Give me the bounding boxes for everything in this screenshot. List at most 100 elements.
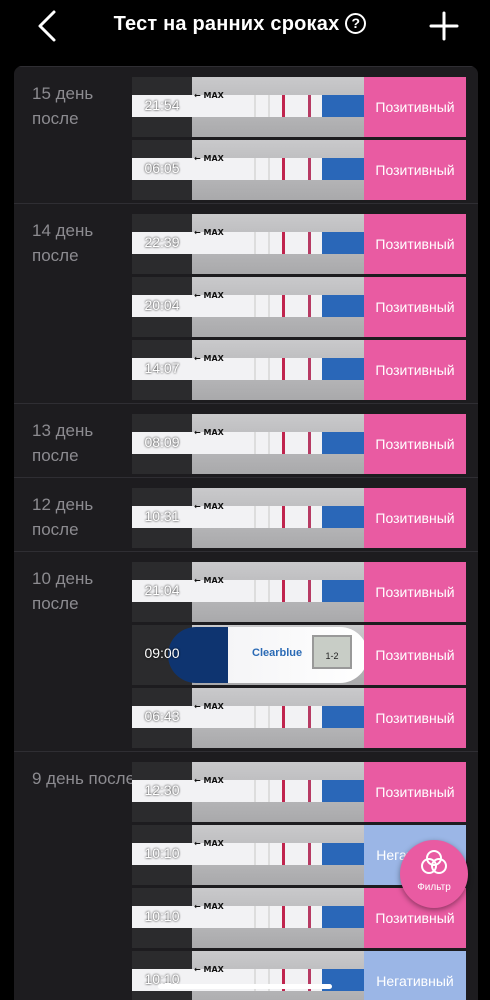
strip-window-edge — [268, 906, 270, 928]
control-line — [308, 906, 311, 928]
strip-window-edge — [254, 843, 256, 865]
day-label: 14 день после — [32, 221, 94, 265]
test-entry[interactable]: ← MAX 12:30 Позитивный — [132, 762, 466, 822]
test-line — [282, 780, 285, 802]
test-time: 20:04 — [144, 297, 180, 313]
test-entry[interactable]: ← MAX 22:39 Позитивный — [132, 214, 466, 274]
strip-window-edge — [254, 780, 256, 802]
filter-label: Фильтр — [417, 882, 451, 893]
max-label: ← MAX — [194, 702, 224, 711]
result-badge[interactable]: Позитивный — [364, 625, 466, 685]
day-label: 15 день после — [32, 84, 94, 128]
strip-blue-end — [322, 906, 364, 928]
test-line — [282, 295, 285, 317]
strip-window-edge — [268, 232, 270, 254]
control-line — [308, 95, 311, 117]
strip-window-edge — [268, 358, 270, 380]
filter-circles-icon — [421, 850, 447, 874]
strip-window-edge — [254, 906, 256, 928]
test-entry[interactable]: ← MAX 21:04 Позитивный — [132, 562, 466, 622]
result-badge[interactable]: Позитивный — [364, 414, 466, 474]
test-line — [282, 432, 285, 454]
max-label: ← MAX — [194, 902, 224, 911]
max-label: ← MAX — [194, 776, 224, 785]
strip-window-edge — [254, 706, 256, 728]
strip-window-edge — [268, 158, 270, 180]
max-label: ← MAX — [194, 154, 224, 163]
test-entry[interactable]: ← MAX 21:54 Позитивный — [132, 77, 466, 137]
strip-blue-end — [322, 158, 364, 180]
result-badge[interactable]: Позитивный — [364, 488, 466, 548]
control-line — [308, 706, 311, 728]
result-badge[interactable]: Позитивный — [364, 340, 466, 400]
test-entry[interactable]: ← MAX10:10Негативный — [132, 951, 466, 1000]
filter-button[interactable]: Фильтр — [400, 840, 468, 908]
max-label: ← MAX — [194, 354, 224, 363]
test-entry[interactable]: ← MAX 10:31 Позитивный — [132, 488, 466, 548]
help-icon[interactable]: ? — [345, 13, 367, 34]
test-entry[interactable]: ← MAX 14:07 Позитивный — [132, 340, 466, 400]
add-test-icon[interactable] — [428, 10, 460, 42]
top-bar: Тест на ранних сроках? — [0, 0, 490, 54]
result-badge[interactable]: Негативный — [364, 951, 466, 1000]
test-time: 06:43 — [144, 708, 180, 724]
home-indicator[interactable] — [158, 984, 332, 989]
test-entry[interactable]: Clearblue 1-2 09:00 Позитивный — [132, 625, 466, 685]
test-entry[interactable]: ← MAX 08:09 Позитивный — [132, 414, 466, 474]
result-badge[interactable]: Позитивный — [364, 277, 466, 337]
strip-blue-end — [322, 232, 364, 254]
result-badge[interactable]: Позитивный — [364, 762, 466, 822]
day-label: 13 день после — [32, 421, 94, 465]
test-time: 10:31 — [144, 508, 180, 524]
test-line — [282, 95, 285, 117]
strip-window-edge — [254, 358, 256, 380]
test-time: 10:10 — [144, 845, 180, 861]
strip-blue-end — [322, 432, 364, 454]
result-badge[interactable]: Позитивный — [364, 562, 466, 622]
test-entry[interactable]: ← MAX 06:05 Позитивный — [132, 140, 466, 200]
max-label: ← MAX — [194, 965, 224, 974]
digital-test-screen: 1-2 — [312, 635, 352, 669]
test-line — [282, 158, 285, 180]
test-time: 08:09 — [144, 434, 180, 450]
test-line — [282, 506, 285, 528]
page-title-text: Тест на ранних сроках — [113, 13, 340, 35]
result-badge[interactable]: Позитивный — [364, 214, 466, 274]
day-label: 9 день после — [32, 769, 136, 788]
strip-window-edge — [268, 843, 270, 865]
control-line — [308, 232, 311, 254]
result-badge[interactable]: Позитивный — [364, 688, 466, 748]
max-label: ← MAX — [194, 291, 224, 300]
strip-blue-end — [322, 580, 364, 602]
strip-window-edge — [268, 95, 270, 117]
test-time: 14:07 — [144, 360, 180, 376]
test-entry[interactable]: ← MAX 20:04 Позитивный — [132, 277, 466, 337]
control-line — [308, 780, 311, 802]
strip-window-edge — [254, 295, 256, 317]
control-line — [308, 158, 311, 180]
max-label: ← MAX — [194, 228, 224, 237]
max-label: ← MAX — [194, 91, 224, 100]
test-time: 06:05 — [144, 160, 180, 176]
result-badge[interactable]: Позитивный — [364, 140, 466, 200]
strip-window-edge — [254, 232, 256, 254]
day-group: 15 день после ← MAX 21:54 Позитивный ← MAX 06… — [14, 66, 478, 203]
strip-window-edge — [254, 432, 256, 454]
day-label: 12 день после — [32, 495, 94, 539]
control-line — [308, 295, 311, 317]
strip-blue-end — [322, 358, 364, 380]
strip-window-edge — [268, 780, 270, 802]
max-label: ← MAX — [194, 576, 224, 585]
strip-blue-end — [322, 706, 364, 728]
strip-window-edge — [268, 295, 270, 317]
result-badge[interactable]: Позитивный — [364, 77, 466, 137]
strip-blue-end — [322, 843, 364, 865]
strip-window-edge — [268, 506, 270, 528]
control-line — [308, 843, 311, 865]
test-entry[interactable]: ← MAX 06:43 Позитивный — [132, 688, 466, 748]
day-group: 10 день после ← MAX 21:04 Позитивный Clearbl… — [14, 551, 478, 751]
test-line — [282, 706, 285, 728]
control-line — [308, 506, 311, 528]
test-line — [282, 843, 285, 865]
day-group: 14 день после ← MAX 22:39 Позитивный ← MAX 20… — [14, 203, 478, 403]
